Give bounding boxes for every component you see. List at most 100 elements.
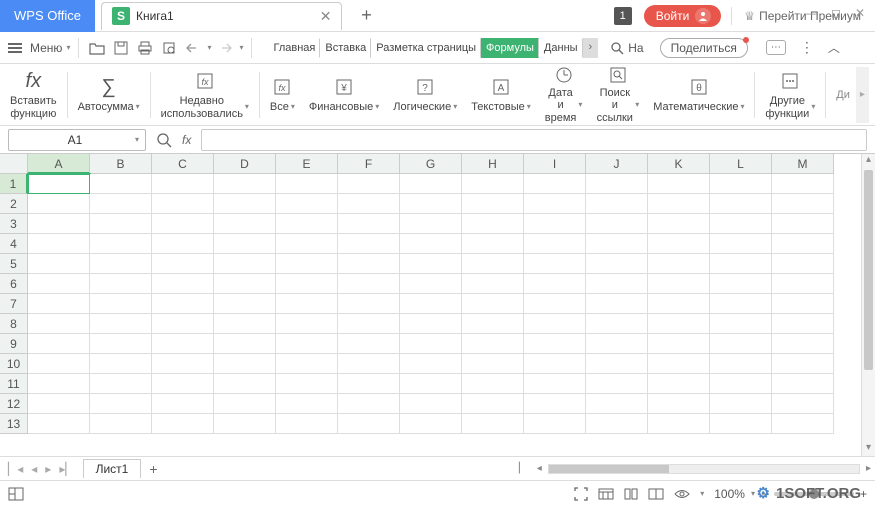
cell[interactable] <box>462 394 524 414</box>
cell[interactable] <box>338 214 400 234</box>
help-badge[interactable]: 1 <box>614 7 632 25</box>
cell[interactable] <box>90 174 152 194</box>
cell[interactable] <box>90 194 152 214</box>
cell[interactable] <box>276 214 338 234</box>
cell[interactable] <box>524 234 586 254</box>
cell[interactable] <box>214 274 276 294</box>
cell[interactable] <box>400 214 462 234</box>
cell[interactable] <box>214 234 276 254</box>
zoom-dropdown-icon[interactable]: ▾ <box>751 489 755 498</box>
cell[interactable] <box>524 314 586 334</box>
tab-data[interactable]: Данны <box>539 38 583 58</box>
cell[interactable] <box>772 234 834 254</box>
cell[interactable] <box>710 294 772 314</box>
cell[interactable] <box>586 374 648 394</box>
cell[interactable] <box>152 354 214 374</box>
cell[interactable] <box>90 214 152 234</box>
cell[interactable] <box>648 334 710 354</box>
cell[interactable] <box>710 354 772 374</box>
select-all-corner[interactable] <box>0 154 28 174</box>
cell[interactable] <box>28 274 90 294</box>
scroll-down-icon[interactable]: ▾ <box>862 442 875 456</box>
cell[interactable] <box>772 254 834 274</box>
sheet-prev-icon[interactable]: ◂ <box>31 462 37 476</box>
cell[interactable] <box>338 174 400 194</box>
cell[interactable] <box>276 374 338 394</box>
cell[interactable] <box>710 254 772 274</box>
ribbon-scroll-right[interactable]: ▸ <box>856 67 869 123</box>
hamburger-icon[interactable] <box>8 43 22 53</box>
cell[interactable] <box>152 234 214 254</box>
cell[interactable] <box>152 294 214 314</box>
cell[interactable] <box>586 394 648 414</box>
sheet-last-icon[interactable]: ▸▏ <box>59 462 74 476</box>
vertical-scrollbar[interactable]: ▴ ▾ <box>861 154 875 456</box>
namebox-dropdown-icon[interactable]: ▾ <box>135 135 139 144</box>
cell[interactable] <box>400 354 462 374</box>
sheet-next-icon[interactable]: ▸ <box>45 462 51 476</box>
open-folder-icon[interactable] <box>87 38 107 58</box>
insert-function-button[interactable]: fx Вставить функцию <box>6 67 61 123</box>
menu-label[interactable]: Меню <box>30 41 62 55</box>
cell[interactable] <box>28 254 90 274</box>
cell[interactable] <box>90 354 152 374</box>
fx-label[interactable]: fx <box>182 133 191 147</box>
column-header[interactable]: A <box>28 154 90 174</box>
add-sheet-button[interactable]: + <box>149 461 157 477</box>
cell[interactable] <box>586 314 648 334</box>
cell[interactable] <box>214 174 276 194</box>
horizontal-scrollbar[interactable]: ▏ ◂ ▸ <box>515 463 875 474</box>
new-tab-button[interactable]: + <box>356 5 376 26</box>
cell[interactable] <box>524 214 586 234</box>
cell[interactable] <box>338 394 400 414</box>
save-icon[interactable] <box>111 38 131 58</box>
cell[interactable] <box>152 374 214 394</box>
cell[interactable] <box>400 314 462 334</box>
cell[interactable] <box>772 214 834 234</box>
row-header[interactable]: 7 <box>0 294 28 314</box>
cell[interactable] <box>772 294 834 314</box>
collapse-ribbon-icon[interactable]: ︿ <box>828 39 840 56</box>
formula-input[interactable] <box>201 129 867 151</box>
tab-formulas[interactable]: Формулы <box>481 38 539 58</box>
search-group[interactable]: На <box>610 41 643 55</box>
cell[interactable] <box>586 194 648 214</box>
normal-view-icon[interactable] <box>598 488 614 500</box>
cell[interactable] <box>214 214 276 234</box>
cell[interactable] <box>276 234 338 254</box>
chat-icon[interactable]: ⋯ <box>766 40 786 55</box>
cell[interactable] <box>462 254 524 274</box>
cell[interactable] <box>28 354 90 374</box>
cell[interactable] <box>90 414 152 434</box>
tab-page-layout[interactable]: Разметка страницы <box>371 38 481 58</box>
cell[interactable] <box>214 374 276 394</box>
cell[interactable] <box>276 394 338 414</box>
cell[interactable] <box>772 194 834 214</box>
cell[interactable] <box>338 414 400 434</box>
sheet-tab[interactable]: Лист1 <box>83 459 142 478</box>
cell[interactable] <box>648 194 710 214</box>
cell[interactable] <box>276 174 338 194</box>
cell[interactable] <box>214 334 276 354</box>
cell[interactable] <box>28 294 90 314</box>
cell[interactable] <box>90 254 152 274</box>
cell[interactable] <box>524 374 586 394</box>
cell[interactable] <box>772 414 834 434</box>
cell[interactable] <box>586 294 648 314</box>
name-box[interactable]: A1 ▾ <box>8 129 146 151</box>
row-header[interactable]: 2 <box>0 194 28 214</box>
cell[interactable] <box>586 334 648 354</box>
cell[interactable] <box>648 354 710 374</box>
cell[interactable] <box>462 294 524 314</box>
cell[interactable] <box>152 174 214 194</box>
cell[interactable] <box>214 294 276 314</box>
hscroll-splitter-icon[interactable]: ▏ <box>515 463 531 474</box>
cell[interactable] <box>586 274 648 294</box>
cell[interactable] <box>276 254 338 274</box>
cell[interactable] <box>28 394 90 414</box>
cell[interactable] <box>586 174 648 194</box>
lookup-functions-button[interactable]: Поиск и ссылки▾ <box>592 67 643 123</box>
fullscreen-icon[interactable] <box>574 487 588 501</box>
cell[interactable] <box>524 174 586 194</box>
cell[interactable] <box>214 354 276 374</box>
